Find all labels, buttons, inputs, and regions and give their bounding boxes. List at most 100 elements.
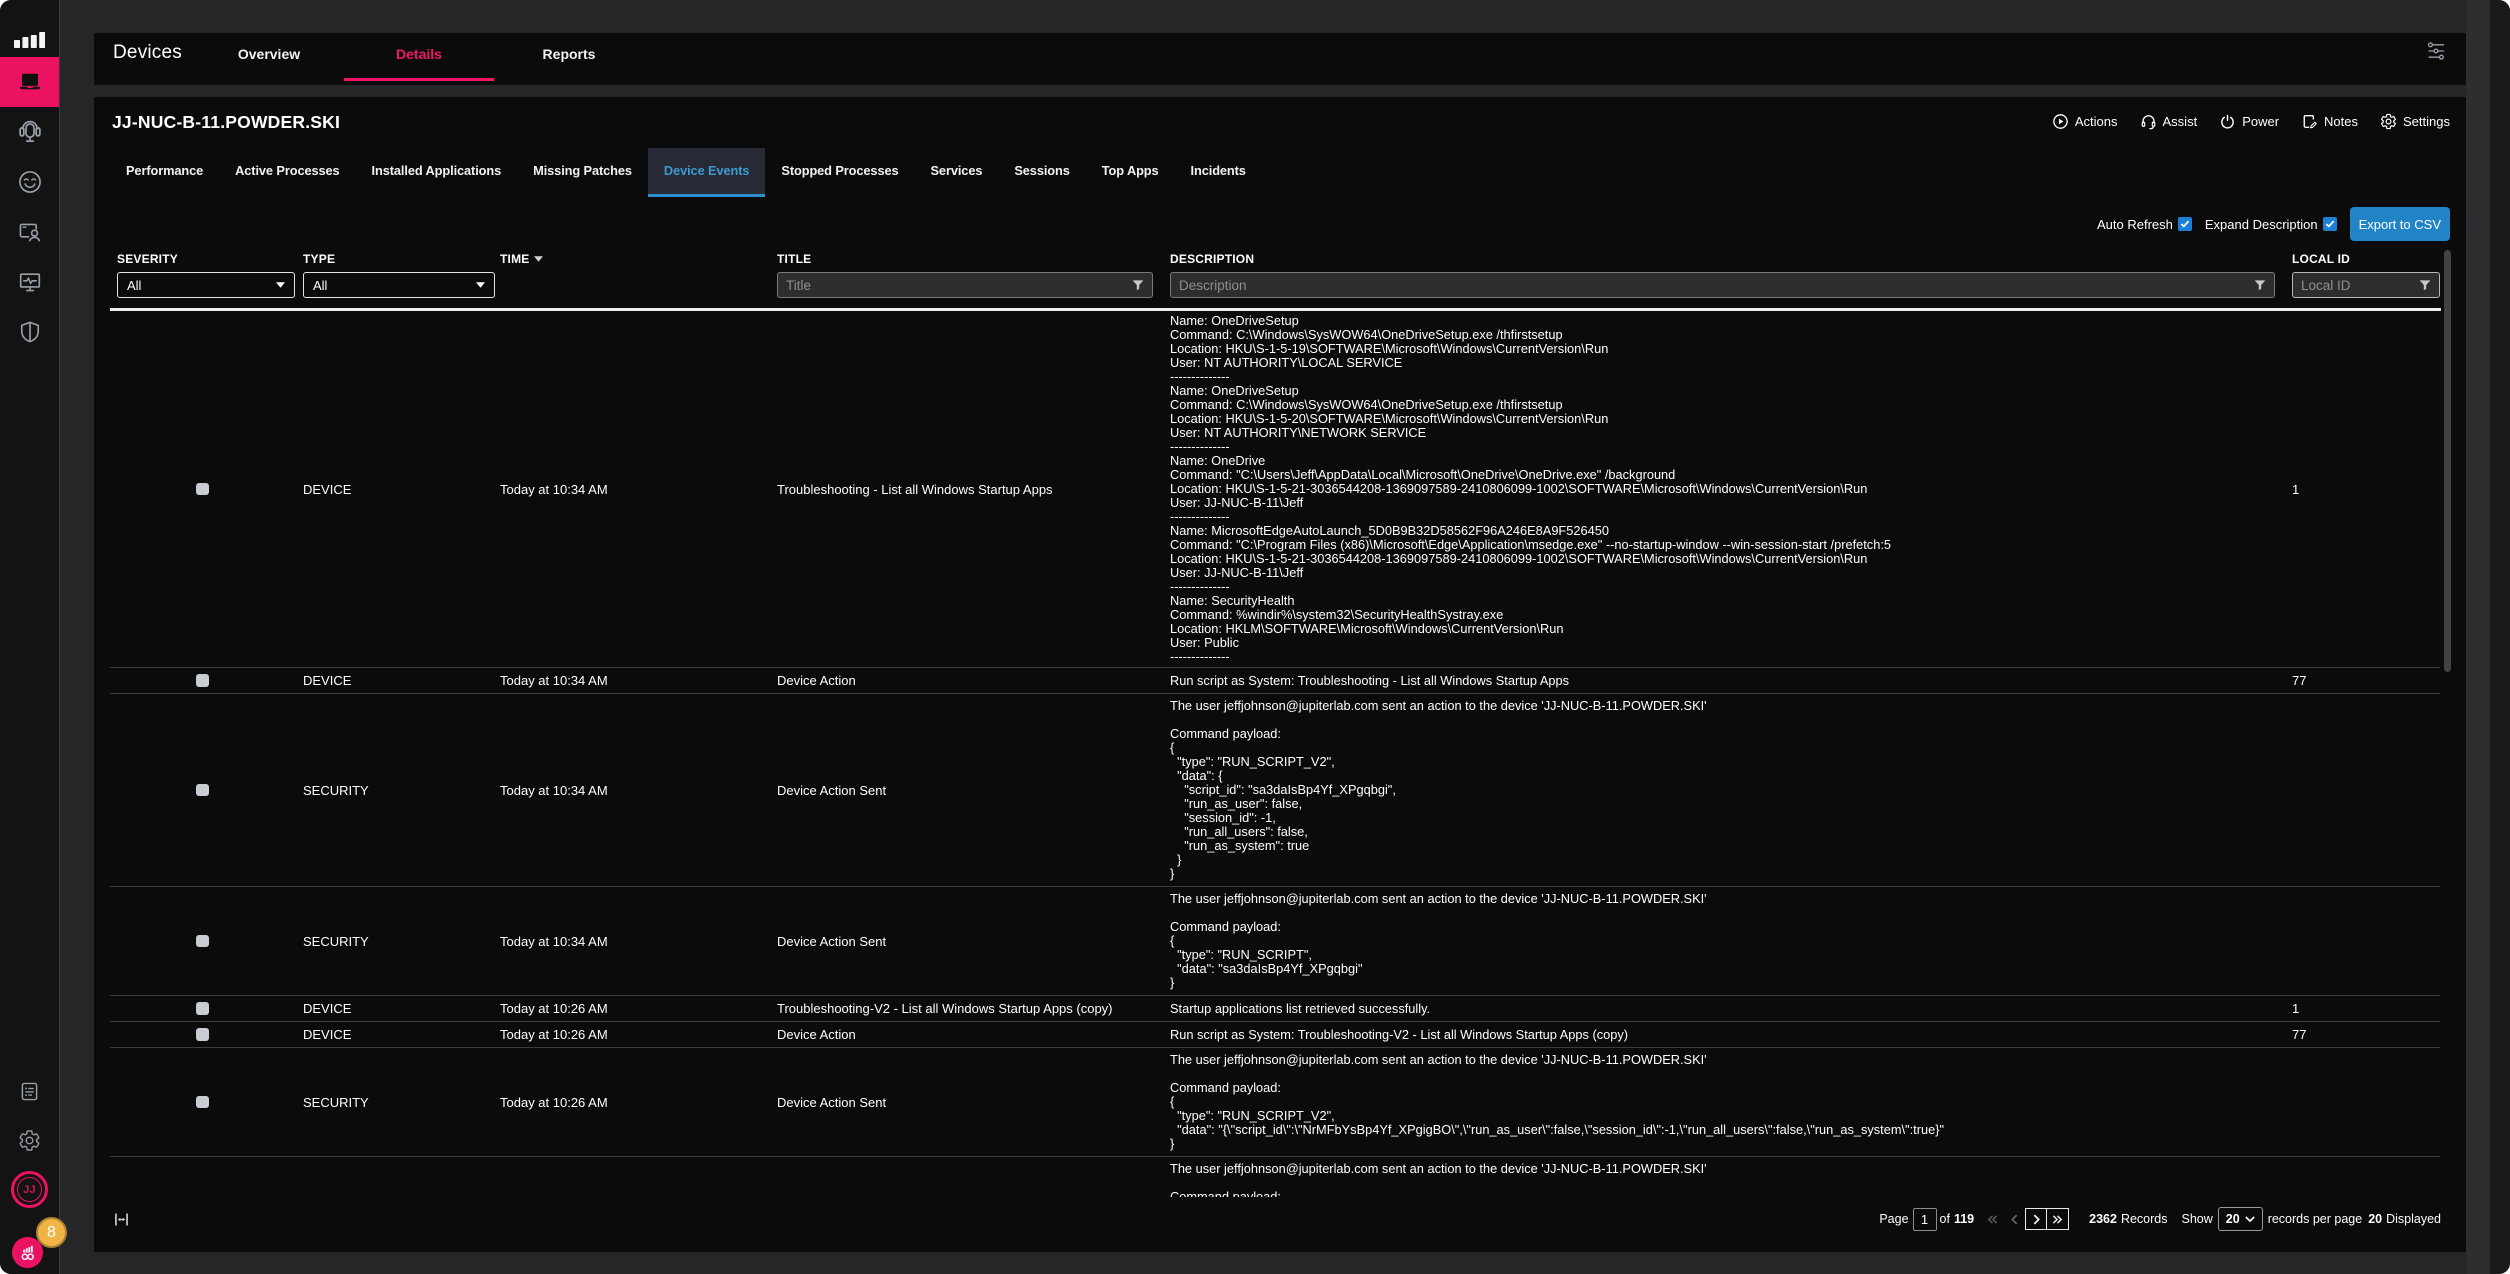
device-tab-device-events[interactable]: Device Events bbox=[648, 148, 766, 197]
column-header-title[interactable]: TITLE bbox=[777, 252, 1170, 266]
title-filter-input[interactable]: Title bbox=[777, 272, 1153, 298]
next-page-button[interactable] bbox=[2025, 1208, 2047, 1230]
shield-icon bbox=[17, 319, 43, 345]
device-tab-services[interactable]: Services bbox=[915, 148, 999, 194]
description-filter-input[interactable]: Description bbox=[1170, 272, 2275, 298]
notes-button[interactable]: Notes bbox=[2301, 113, 2358, 130]
table-scrollbar-thumb[interactable] bbox=[2444, 250, 2451, 672]
cell-description: The user jeffjohnson@jupiterlab.com sent… bbox=[1170, 699, 2292, 881]
table-row[interactable]: SECURITYToday at 10:34 AMDevice Action S… bbox=[110, 693, 2440, 886]
local-id-filter-input[interactable]: Local ID bbox=[2292, 272, 2440, 298]
page-size-value: 20 bbox=[2226, 1212, 2240, 1226]
row-checkbox[interactable] bbox=[196, 483, 209, 496]
type-filter-select[interactable]: All bbox=[303, 272, 495, 298]
device-tab-active-processes[interactable]: Active Processes bbox=[219, 148, 355, 194]
cell-local-id: 1 bbox=[2292, 1001, 2440, 1016]
browser-person-icon bbox=[17, 219, 43, 245]
device-tab-top-apps[interactable]: Top Apps bbox=[1086, 148, 1175, 194]
sidebar-item-remote-browser[interactable] bbox=[0, 207, 59, 257]
actions-button[interactable]: Actions bbox=[2052, 113, 2118, 130]
table-row[interactable]: DEVICEToday at 10:34 AMTroubleshooting -… bbox=[110, 311, 2440, 667]
device-tab-missing-patches[interactable]: Missing Patches bbox=[517, 148, 648, 194]
page-scrollbar-track[interactable] bbox=[2466, 0, 2490, 1274]
sidebar-item-release-notes[interactable] bbox=[0, 1079, 59, 1103]
auto-refresh-checkbox[interactable] bbox=[2178, 217, 2192, 231]
play-circle-icon bbox=[2052, 113, 2069, 130]
column-header-severity[interactable]: SEVERITY bbox=[110, 252, 303, 266]
row-checkbox[interactable] bbox=[196, 674, 209, 687]
row-checkbox[interactable] bbox=[196, 935, 209, 948]
column-header-local-id[interactable]: LOCAL ID bbox=[2292, 252, 2440, 266]
last-page-button[interactable] bbox=[2047, 1208, 2069, 1230]
first-page-button[interactable] bbox=[1981, 1208, 2003, 1230]
tab-details[interactable]: Details bbox=[344, 33, 494, 85]
table-header: SEVERITY TYPE TIME TITLE DESCRIPTION LOC… bbox=[110, 252, 2440, 298]
sidebar-item-devices[interactable] bbox=[0, 57, 59, 107]
assist-button[interactable]: Assist bbox=[2140, 113, 2198, 130]
sidebar: JJ 8 bbox=[0, 0, 60, 1274]
row-checkbox[interactable] bbox=[196, 1002, 209, 1015]
settings-button[interactable]: Settings bbox=[2380, 113, 2450, 130]
cell-title: Troubleshooting - List all Windows Start… bbox=[777, 482, 1170, 497]
power-button[interactable]: Power bbox=[2219, 113, 2279, 130]
column-resize-icon[interactable] bbox=[115, 1212, 128, 1227]
prev-page-button[interactable] bbox=[2003, 1208, 2025, 1230]
export-csv-button[interactable]: Export to CSV bbox=[2350, 207, 2450, 241]
app-window: JJ 8 Devices OverviewDetailsReports JJ-N… bbox=[0, 0, 2510, 1274]
sidebar-item-settings[interactable] bbox=[0, 1128, 59, 1152]
sidebar-item-remote-support[interactable] bbox=[0, 107, 59, 157]
device-tabs: PerformanceActive ProcessesInstalled App… bbox=[110, 148, 1262, 197]
table-row[interactable]: DEVICEToday at 10:26 AMTroubleshooting-V… bbox=[110, 995, 2440, 1021]
row-checkbox[interactable] bbox=[196, 1028, 209, 1041]
row-checkbox[interactable] bbox=[196, 1096, 209, 1109]
row-checkbox[interactable] bbox=[196, 784, 209, 797]
tab-reports[interactable]: Reports bbox=[494, 33, 644, 85]
cell-description: Run script as System: Troubleshooting - … bbox=[1170, 674, 2292, 688]
device-tab-performance[interactable]: Performance bbox=[110, 148, 219, 194]
cell-local-id: 1 bbox=[2292, 482, 2440, 497]
table-row[interactable]: SECURITYToday at 10:26 AMDevice Action S… bbox=[110, 1047, 2440, 1156]
header-tabs: OverviewDetailsReports bbox=[194, 33, 644, 85]
funnel-icon bbox=[2419, 279, 2431, 292]
chevron-right-icon bbox=[2031, 1214, 2042, 1225]
sidebar-item-end-user[interactable] bbox=[0, 157, 59, 207]
pagination-controls: Page 1 of 119 2362 Records Show bbox=[1879, 1207, 2441, 1231]
page-label: Page bbox=[1879, 1212, 1908, 1226]
device-tab-stopped-processes[interactable]: Stopped Processes bbox=[765, 148, 914, 194]
page-input[interactable]: 1 bbox=[1913, 1208, 1937, 1231]
tab-overview[interactable]: Overview bbox=[194, 33, 344, 85]
cell-local-id: 77 bbox=[2292, 673, 2440, 688]
column-header-description[interactable]: DESCRIPTION bbox=[1170, 252, 2292, 266]
device-tab-incidents[interactable]: Incidents bbox=[1175, 148, 1262, 194]
window-edge bbox=[2490, 0, 2510, 1274]
sidebar-item-monitoring[interactable] bbox=[0, 257, 59, 307]
device-tab-sessions[interactable]: Sessions bbox=[998, 148, 1085, 194]
cell-description: The user jeffjohnson@jupiterlab.com sent… bbox=[1170, 1053, 2292, 1151]
table-row[interactable]: DEVICEToday at 10:26 AMDevice ActionRun … bbox=[110, 1021, 2440, 1047]
avatar[interactable]: JJ bbox=[11, 1171, 48, 1208]
caret-down-icon bbox=[476, 282, 485, 288]
notification-badge[interactable]: 8 bbox=[36, 1217, 67, 1248]
headset-icon bbox=[2140, 113, 2157, 130]
table-row[interactable]: DEVICEToday at 10:34 AMDevice ActionRun … bbox=[110, 667, 2440, 693]
funnel-icon bbox=[2254, 279, 2266, 292]
table-row[interactable]: SECURITYToday at 10:34 AMDevice Action S… bbox=[110, 886, 2440, 995]
severity-filter-select[interactable]: All bbox=[117, 272, 295, 298]
cell-time: Today at 10:34 AM bbox=[500, 783, 777, 798]
column-label: TITLE bbox=[777, 252, 811, 266]
column-header-type[interactable]: TYPE bbox=[303, 252, 500, 266]
expand-description-checkbox[interactable] bbox=[2323, 217, 2337, 231]
sidebar-item-security[interactable] bbox=[0, 307, 59, 357]
header-bar: Devices OverviewDetailsReports bbox=[94, 33, 2466, 85]
device-actions: Actions Assist Power Notes Settings bbox=[2052, 97, 2450, 145]
page-size-select[interactable]: 20 bbox=[2218, 1207, 2263, 1231]
device-tab-installed-applications[interactable]: Installed Applications bbox=[356, 148, 518, 194]
mic-headset-icon bbox=[17, 119, 43, 145]
sliders-icon[interactable] bbox=[2427, 42, 2446, 60]
cell-type: DEVICE bbox=[303, 673, 500, 688]
displayed-label: Displayed bbox=[2386, 1212, 2441, 1226]
column-header-time[interactable]: TIME bbox=[500, 252, 777, 266]
table-row[interactable]: The user jeffjohnson@jupiterlab.com sent… bbox=[110, 1156, 2440, 1197]
filter-row: All All Title Description Local ID bbox=[110, 272, 2440, 298]
cell-type: SECURITY bbox=[303, 783, 500, 798]
